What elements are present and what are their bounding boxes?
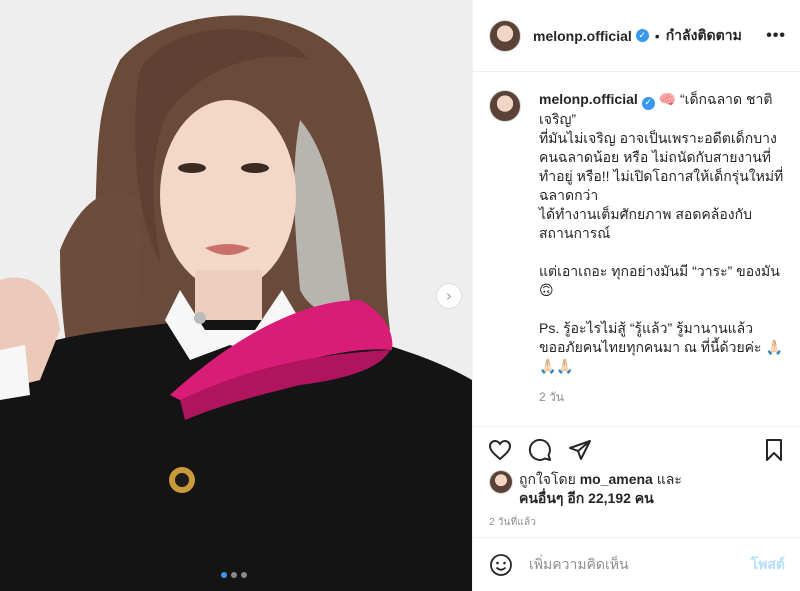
likes-summary: ถูกใจโดย mo_amena และ คนอื่นๆ อีก 22,192… (489, 470, 789, 508)
caption: melonp.official ✓ 🧠 “เด็กฉลาด ชาติเจริญ” … (489, 90, 785, 376)
avatar[interactable] (489, 470, 513, 494)
more-options-icon[interactable]: ••• (766, 27, 786, 45)
caption-text: melonp.official ✓ 🧠 “เด็กฉลาด ชาติเจริญ” … (539, 90, 785, 376)
avatar[interactable] (489, 90, 521, 122)
bookmark-icon[interactable] (761, 437, 787, 463)
post-sidebar: melonp.official ✓ • กำลังติดตาม ••• melo… (472, 0, 800, 591)
liker-username[interactable]: mo_amena (580, 471, 653, 487)
post-header: melonp.official ✓ • กำลังติดตาม ••• (473, 0, 800, 72)
likes-text: ถูกใจโดย mo_amena และ คนอื่นๆ อีก 22,192… (519, 470, 682, 508)
verified-icon: ✓ (641, 97, 655, 110)
slide-dot (221, 572, 227, 578)
following-button[interactable]: กำลังติดตาม (666, 25, 742, 47)
slide-indicator (221, 572, 247, 578)
verified-icon: ✓ (635, 29, 649, 42)
avatar[interactable] (489, 19, 521, 52)
comment-icon[interactable] (527, 437, 553, 463)
portrait-image (0, 0, 472, 591)
likes-prefix: ถูกใจโดย (519, 471, 576, 487)
caption-body: “เด็กฉลาด ชาติเจริญ” ที่มันไม่เจริญ อาจเ… (539, 91, 784, 374)
heart-icon[interactable] (487, 437, 513, 463)
action-bar (473, 426, 800, 472)
emoji-icon[interactable] (489, 553, 513, 577)
likes-count-link[interactable]: คนอื่นๆ อีก 22,192 คน (519, 490, 654, 506)
post-timestamp[interactable]: 2 วันที่แล้ว (489, 515, 536, 530)
share-icon[interactable] (567, 437, 593, 463)
next-slide-button[interactable]: › (436, 283, 462, 309)
header-username[interactable]: melonp.official (533, 28, 632, 44)
caption-username[interactable]: melonp.official (539, 91, 638, 107)
add-comment-bar: เพิ่มความคิดเห็น โพสต์ (473, 537, 800, 591)
post-photo[interactable]: › (0, 0, 472, 591)
brain-emoji: 🧠 (658, 91, 677, 107)
comments-area[interactable]: melonp.official ✓ 🧠 “เด็กฉลาด ชาติเจริญ” … (473, 72, 800, 426)
comment-input[interactable]: เพิ่มความคิดเห็น (529, 554, 751, 576)
likes-and: และ (656, 471, 682, 487)
caption-age: 2 วัน (539, 390, 564, 404)
separator: • (654, 27, 660, 44)
slide-dot (231, 572, 237, 578)
slide-dot (241, 572, 247, 578)
post-button[interactable]: โพสต์ (751, 554, 785, 576)
